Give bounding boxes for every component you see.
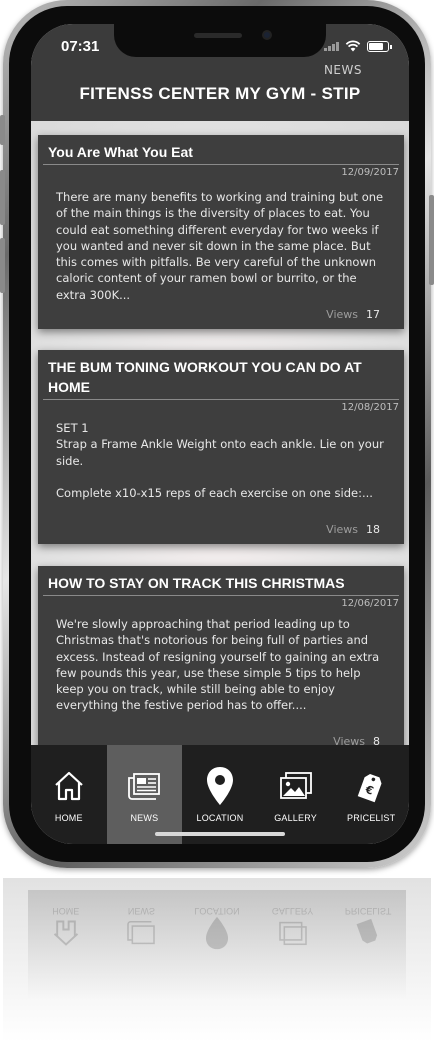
tab-label: HOME (54, 813, 83, 823)
location-pin-icon (200, 767, 240, 805)
reflection-label: NEWS (127, 906, 155, 916)
news-card[interactable]: HOW TO STAY ON TRACK THIS CHRISTMAS 12/0… (38, 566, 404, 745)
power-button (429, 195, 434, 285)
news-card[interactable]: You Are What You Eat 12/09/2017 There ar… (38, 135, 404, 329)
news-card-date: 12/09/2017 (341, 167, 399, 178)
volume-down-button (0, 238, 5, 293)
news-card-excerpt: SET 1 Strap a Frame Ankle Weight onto ea… (56, 421, 384, 501)
news-icon (121, 916, 161, 950)
views-count: 8 (373, 735, 380, 745)
front-camera (262, 30, 272, 40)
home-icon (49, 767, 89, 805)
news-card-title: You Are What You Eat (48, 144, 193, 160)
views-count: 18 (366, 523, 380, 536)
news-icon (124, 767, 164, 805)
tab-label: LOCATION (196, 813, 244, 823)
page-title: FITENSS CENTER MY GYM - STIP (79, 84, 361, 103)
bottom-tab-bar: HOME NEWS LOCATION GALLERY € PRICELIST (31, 745, 409, 844)
reflection-label: LOCATION (194, 906, 240, 916)
reflection-label: PRICELIST (344, 906, 392, 916)
reflection-label: HOME (52, 906, 80, 916)
status-time: 07:31 (61, 38, 100, 55)
news-card-excerpt: We're slowly approaching that period lea… (56, 617, 380, 713)
news-list[interactable]: You Are What You Eat 12/09/2017 There ar… (31, 121, 409, 745)
reflection-tab: HOME (28, 898, 104, 950)
news-card-date: 12/06/2017 (341, 598, 399, 609)
tab-label: GALLERY (274, 813, 317, 823)
tab-label: NEWS (130, 813, 159, 823)
reflection-label: GALLERY (271, 906, 314, 916)
reflection-tab: GALLERY (255, 898, 331, 950)
reflection-tab: NEWS (104, 898, 180, 950)
news-card-views: Views 8 (333, 735, 380, 745)
views-label: Views (326, 308, 358, 321)
location-pin-icon (197, 916, 237, 950)
price-tag-icon: € (351, 767, 391, 805)
volume-up-button (0, 170, 5, 225)
device-mockup: 07:31 NEWS FITENSS CENTER MY GYM - STIP … (0, 0, 434, 1042)
reflection-tab: LOCATION (179, 898, 255, 950)
tab-location[interactable]: LOCATION (182, 745, 258, 844)
status-icons (324, 40, 392, 52)
reflection-tab: PRICELIST (330, 898, 406, 950)
wifi-icon (345, 40, 361, 52)
gallery-icon (276, 767, 316, 805)
reflection-tabs: HOME NEWS LOCATION GALLERY PRICELIST (28, 898, 406, 950)
news-card-date: 12/08/2017 (341, 402, 399, 413)
news-card-title: HOW TO STAY ON TRACK THIS CHRISTMAS (48, 575, 345, 591)
views-count: 17 (366, 308, 380, 321)
tab-home[interactable]: HOME (31, 745, 107, 844)
signal-icon (324, 41, 339, 51)
tab-pricelist[interactable]: € PRICELIST (333, 745, 409, 844)
home-icon (46, 916, 86, 950)
price-tag-icon (348, 916, 388, 950)
mute-switch (0, 115, 5, 145)
battery-icon (367, 40, 392, 52)
news-card-views: Views 18 (326, 523, 380, 536)
app-screen: 07:31 NEWS FITENSS CENTER MY GYM - STIP … (31, 24, 409, 844)
phone-reflection: HOME NEWS LOCATION GALLERY PRICELIST (3, 878, 431, 1042)
notch (114, 24, 326, 57)
speaker (194, 33, 242, 38)
gallery-icon (273, 916, 313, 950)
news-card-views: Views 17 (326, 308, 380, 321)
news-card[interactable]: THE BUM TONING WORKOUT YOU CAN DO AT HOM… (38, 350, 404, 544)
tab-news[interactable]: NEWS (106, 745, 183, 844)
views-label: Views (333, 735, 365, 745)
views-label: Views (326, 523, 358, 536)
section-label: NEWS (323, 63, 362, 77)
news-card-title: THE BUM TONING WORKOUT YOU CAN DO AT HOM… (48, 359, 362, 395)
news-card-excerpt: There are many benefits to working and t… (56, 190, 384, 302)
home-indicator (155, 832, 285, 836)
tab-gallery[interactable]: GALLERY (258, 745, 334, 844)
tab-label: PRICELIST (347, 813, 396, 823)
